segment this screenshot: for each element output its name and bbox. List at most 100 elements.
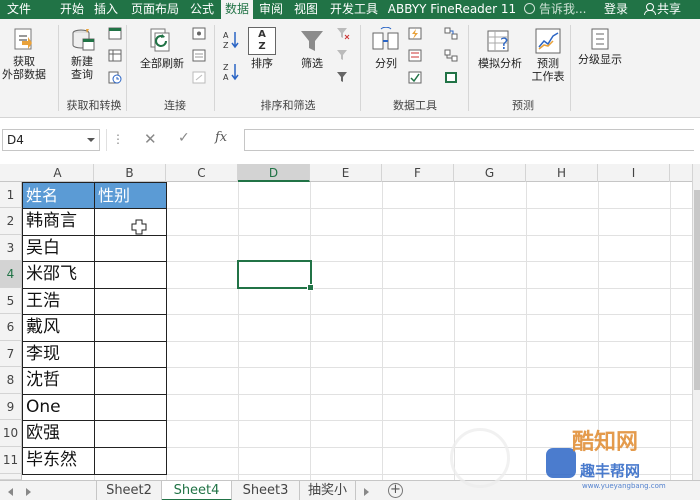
watermark: 酷知网 趣丰帮网 www.yueyangbang.com <box>450 420 695 500</box>
column-header-f[interactable]: F <box>382 164 454 182</box>
watermark-site: 趣丰帮网 <box>580 462 641 480</box>
column-header-a[interactable]: A <box>22 164 94 182</box>
row-header-8[interactable]: 8 <box>0 367 22 394</box>
cell-a1[interactable]: 姓名 <box>23 183 94 208</box>
cell-a6[interactable]: 戴风 <box>23 314 94 341</box>
get-external-data-button[interactable]: 获取 外部数据 <box>0 27 48 81</box>
tab-page-layout[interactable]: 页面布局 <box>126 0 184 19</box>
cell-a2[interactable]: 韩商言 <box>23 208 94 235</box>
tab-review[interactable]: 审阅 <box>255 0 287 19</box>
formula-bar: D4 ⋮ ✕ ✓ fx <box>0 124 700 156</box>
row-header-6[interactable]: 6 <box>0 314 22 341</box>
sheet-tab-sheet2[interactable]: Sheet2 <box>96 481 162 500</box>
cell-a8[interactable]: 沈哲 <box>23 367 94 394</box>
tab-insert[interactable]: 插入 <box>90 0 122 19</box>
sort-za-button[interactable]: ZA <box>220 61 242 86</box>
insert-function-icon[interactable]: fx <box>215 130 227 145</box>
show-queries-icon[interactable] <box>108 27 122 40</box>
tab-formulas[interactable]: 公式 <box>186 0 218 19</box>
row-header-9[interactable]: 9 <box>0 394 22 420</box>
tab-developer[interactable]: 开发工具 <box>325 0 383 19</box>
cell-a9[interactable]: One <box>23 394 94 420</box>
consolidate-icon[interactable] <box>444 27 458 40</box>
what-if-analysis-button[interactable]: ? 模拟分析 <box>472 27 528 70</box>
tab-home[interactable]: 开始 <box>56 0 88 19</box>
column-header-d[interactable]: D <box>238 164 310 182</box>
tab-file[interactable]: 文件 <box>0 0 38 19</box>
sheet-tab-sheet3[interactable]: Sheet3 <box>232 481 300 500</box>
recent-sources-icon[interactable] <box>108 71 122 84</box>
more-sheets-icon[interactable] <box>364 488 369 496</box>
remove-duplicates-icon[interactable] <box>408 49 422 62</box>
cell-a3[interactable]: 吴白 <box>23 235 94 261</box>
sheet-tab-lottery[interactable]: 抽奖小 <box>300 481 356 500</box>
row-header-11[interactable]: 11 <box>0 447 22 474</box>
svg-text:Z: Z <box>223 41 229 50</box>
text-to-columns-button[interactable]: 分列 <box>366 27 406 70</box>
scroll-sheets-right-icon[interactable] <box>26 488 31 496</box>
sort-dialog-icon: A Z <box>248 27 276 55</box>
from-table-icon[interactable] <box>108 49 122 62</box>
tab-data[interactable]: 数据 <box>221 0 253 19</box>
share-button[interactable]: 共享 <box>644 0 681 19</box>
row-header-4[interactable]: 4 <box>0 261 22 288</box>
refresh-all-button[interactable]: 全部刷新 <box>134 27 190 70</box>
group-label-sort-filter: 排序和筛选 <box>260 99 316 112</box>
advanced-filter-icon[interactable] <box>336 71 350 84</box>
cell-a4[interactable]: 米邵飞 <box>23 261 94 288</box>
cell-a10[interactable]: 欧强 <box>23 420 94 447</box>
filter-button[interactable]: 筛选 <box>294 27 330 70</box>
forecast-sheet-button[interactable]: 预测 工作表 <box>528 27 568 83</box>
column-header-i[interactable]: I <box>598 164 670 182</box>
cell-a7[interactable]: 李现 <box>23 341 94 367</box>
relationships-icon[interactable] <box>444 49 458 62</box>
column-header-g[interactable]: G <box>454 164 526 182</box>
data-model-icon[interactable] <box>444 71 458 84</box>
cell-b1[interactable]: 性别 <box>95 183 166 208</box>
sort-descending-icon: ZA <box>223 63 239 82</box>
get-external-data-label: 获取 外部数据 <box>2 55 46 81</box>
formula-input[interactable] <box>244 129 694 151</box>
row-header-10[interactable]: 10 <box>0 420 22 447</box>
row-header-7[interactable]: 7 <box>0 341 22 367</box>
column-header-e[interactable]: E <box>310 164 382 182</box>
row-header-3[interactable]: 3 <box>0 235 22 261</box>
clear-filter-icon[interactable] <box>336 27 350 40</box>
flash-fill-icon[interactable] <box>408 27 422 40</box>
chevron-down-icon <box>87 138 95 142</box>
row-header-5[interactable]: 5 <box>0 288 22 314</box>
edit-links-icon[interactable] <box>192 71 206 84</box>
enter-icon[interactable]: ✓ <box>178 130 190 146</box>
column-header-h[interactable]: H <box>526 164 598 182</box>
tell-me-search[interactable]: 告诉我... <box>524 0 586 19</box>
cell-a11[interactable]: 毕东然 <box>23 447 94 474</box>
name-box[interactable]: D4 <box>2 129 100 151</box>
refresh-icon <box>150 28 170 52</box>
data-validation-icon[interactable] <box>408 71 422 84</box>
column-header-b[interactable]: B <box>94 164 166 182</box>
tab-view[interactable]: 视图 <box>290 0 322 19</box>
cancel-icon[interactable]: ✕ <box>144 130 157 148</box>
scroll-sheets-left-icon[interactable] <box>8 488 13 496</box>
new-query-button[interactable]: 新建 查询 <box>62 27 102 81</box>
column-header-c[interactable]: C <box>166 164 238 182</box>
sort-button[interactable]: A Z 排序 <box>246 27 278 70</box>
external-data-icon <box>14 28 32 50</box>
tell-me-text: 告诉我... <box>539 2 587 16</box>
separator <box>106 129 107 151</box>
tab-abbyy[interactable]: ABBYY FineReader 11 <box>385 0 519 19</box>
properties-icon[interactable] <box>192 49 206 62</box>
add-sheet-button[interactable]: + <box>388 483 403 498</box>
reapply-icon[interactable] <box>336 49 350 62</box>
sheet-tab-sheet4[interactable]: Sheet4 <box>162 481 232 500</box>
svg-text:A: A <box>223 73 229 82</box>
cell-a5[interactable]: 王浩 <box>23 288 94 314</box>
scrollbar-thumb[interactable] <box>694 190 700 390</box>
sort-az-button[interactable]: AZ <box>220 29 242 54</box>
outline-button[interactable]: 分级显示 <box>574 27 626 66</box>
row-header-1[interactable]: 1 <box>0 182 22 208</box>
connections-icon[interactable] <box>192 27 206 40</box>
row-header-2[interactable]: 2 <box>0 208 22 235</box>
selected-cell-d4[interactable] <box>237 260 314 291</box>
login-button[interactable]: 登录 <box>604 0 628 19</box>
